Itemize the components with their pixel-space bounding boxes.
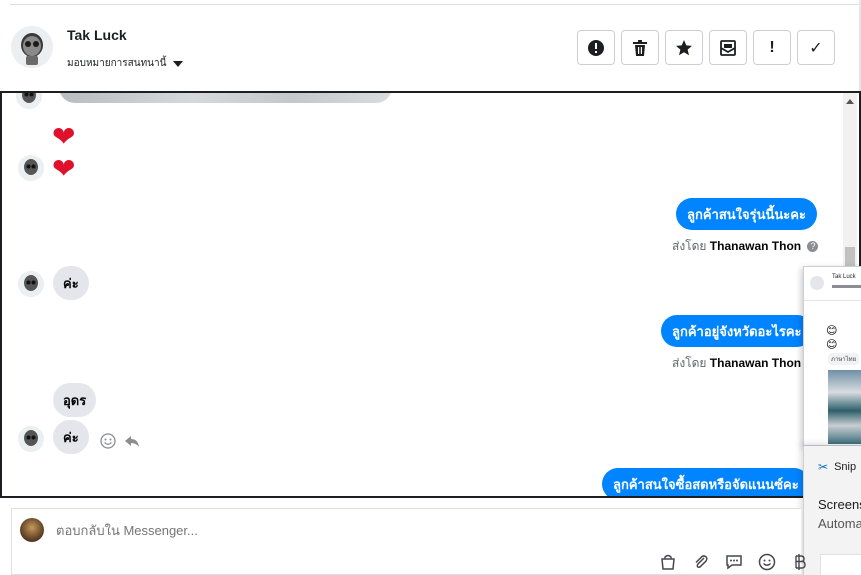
question-icon[interactable]: ? (807, 241, 819, 252)
popup-chip: ภาษาไทย (828, 353, 860, 365)
emoji-icon[interactable] (756, 551, 777, 572)
assign-label: มอบหมายการสนทนานี้ (67, 58, 167, 69)
scroll-up-arrow-icon[interactable] (846, 99, 854, 104)
popup-divider (804, 300, 861, 301)
mark-done-button[interactable]: ✓ (797, 30, 835, 65)
popup-avatar (810, 276, 824, 290)
caret-down-icon (173, 60, 184, 67)
contact-avatar-small (18, 155, 44, 181)
chat-preview-popup[interactable]: Tak Luck 😊 😊 ภาษาไทย (803, 266, 861, 446)
cartoon-avatar-icon (18, 426, 44, 452)
reply-icon[interactable] (124, 433, 140, 449)
conversation-header: Tak Luck มอบหมายการสนทนานี้ ! ✓ (0, 5, 858, 91)
outgoing-message[interactable]: ลูกค้าอยู่จังหวัดอะไรคะ (661, 315, 813, 347)
agent-name: Thanawan Thon (709, 239, 802, 253)
page-avatar (20, 518, 44, 542)
assign-conversation-dropdown[interactable]: มอบหมายการสนทนานี้ (67, 56, 184, 71)
trash-icon (633, 39, 647, 56)
messenger-inbox-page: Tak Luck มอบหมายการสนทนานี้ ! ✓ ❤ ❤ ลูกค… (0, 0, 861, 575)
check-icon: ✓ (809, 39, 823, 57)
popup-emoji: 😊 (826, 325, 838, 337)
sent-by-label: ส่งโดย Thanawan Thon (672, 354, 801, 373)
incoming-message[interactable]: อุดร (53, 383, 97, 417)
toast-app-name: Snip (834, 461, 857, 473)
mark-unread-button[interactable] (709, 30, 747, 65)
shop-bag-icon[interactable] (657, 551, 678, 572)
incoming-message[interactable]: ค่ะ (53, 266, 89, 300)
popup-photo (828, 370, 861, 444)
heart-emoji-message[interactable]: ❤ (52, 123, 75, 151)
mark-important-button[interactable]: ! (753, 30, 791, 65)
outgoing-message[interactable]: ลูกค้าสนใจรุ่นนี้นะคะ (676, 198, 817, 230)
toast-thumbnail[interactable] (820, 554, 861, 575)
star-icon (676, 39, 692, 55)
scissors-icon: ✂ (818, 460, 829, 474)
popup-emoji: 😊 (826, 339, 838, 351)
contact-name: Tak Luck (67, 27, 127, 43)
heart-emoji-message[interactable]: ❤ (52, 155, 75, 183)
popup-subtitle-bar (832, 285, 861, 288)
message-thread[interactable]: ❤ ❤ ลูกค้าสนใจรุ่นนี้นะคะ ส่งโดย Thanawa… (0, 91, 861, 498)
contact-avatar-small (18, 426, 44, 452)
star-button[interactable] (665, 30, 703, 65)
sent-by-prefix: ส่งโดย (672, 239, 707, 253)
toast-app-row: ✂ Snip (818, 460, 856, 474)
sent-by-prefix: ส่งโดย (672, 356, 707, 370)
toast-body: Automa (818, 516, 861, 531)
contact-avatar[interactable] (11, 26, 53, 68)
sent-by-label: ส่งโดย Thanawan Thon ? (672, 237, 819, 256)
reply-input[interactable] (56, 523, 556, 538)
shared-image-bottom[interactable] (59, 93, 392, 103)
mark-spam-button[interactable] (577, 30, 615, 65)
composer-tools (657, 551, 810, 572)
cartoon-avatar-icon (16, 93, 42, 109)
saved-reply-icon[interactable] (723, 551, 744, 572)
message-actions (100, 433, 140, 449)
smiley-react-icon[interactable] (100, 433, 116, 449)
baht-payment-icon[interactable] (789, 551, 810, 572)
exclamation-circle-icon (588, 39, 604, 56)
contact-avatar-small (18, 271, 44, 297)
snipping-tool-notification[interactable]: ✂ Snip Screens Automa (803, 446, 861, 575)
paperclip-icon[interactable] (690, 551, 711, 572)
delete-button[interactable] (621, 30, 659, 65)
cartoon-avatar-icon (18, 271, 44, 297)
agent-name: Thanawan Thon (709, 356, 802, 370)
cartoon-avatar-icon (18, 155, 44, 181)
important-label: ! (769, 38, 775, 56)
incoming-message[interactable]: ค่ะ (53, 420, 89, 454)
outgoing-message[interactable]: ลูกค้าสนใจซื้อสดหรือจัดแนนซ์คะ (602, 468, 810, 496)
contact-avatar-small (16, 93, 42, 109)
toast-title: Screens (818, 497, 861, 512)
popup-contact-name: Tak Luck (832, 274, 856, 280)
reply-composer (11, 508, 806, 575)
conversation-toolbar: ! ✓ (577, 30, 835, 65)
envelope-open-icon (720, 39, 736, 56)
cartoon-avatar-icon (11, 26, 53, 68)
